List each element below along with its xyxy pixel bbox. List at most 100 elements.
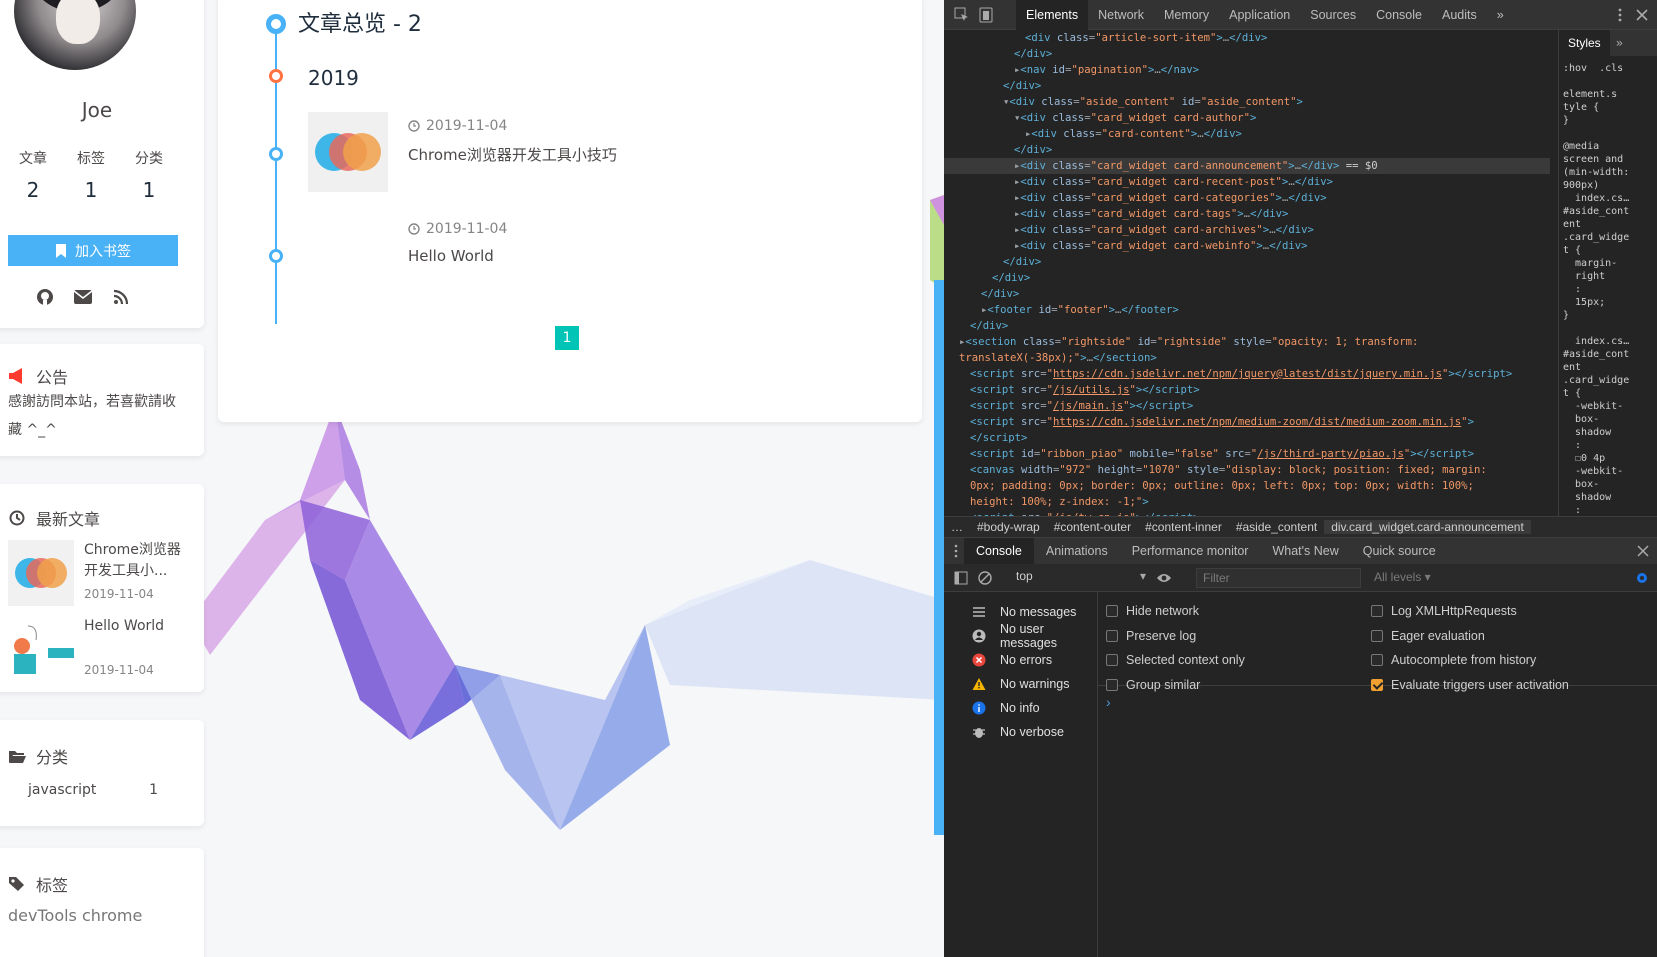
- styles-more-tabs[interactable]: »: [1610, 36, 1629, 50]
- checkbox[interactable]: [1371, 679, 1383, 692]
- filter-no-info[interactable]: No info: [944, 696, 1097, 720]
- tab-audits[interactable]: Audits: [1432, 0, 1487, 30]
- dom-node-line[interactable]: ▸<div class="card_widget card-announceme…: [944, 158, 1550, 174]
- dom-node-line[interactable]: </div>: [944, 142, 1550, 158]
- dom-node-line[interactable]: <script id="ribbon_piao" mobile="false" …: [944, 446, 1550, 462]
- checkbox[interactable]: [1106, 605, 1118, 617]
- archive-post-title[interactable]: Chrome浏览器开发工具小技巧: [408, 144, 617, 165]
- pagination-current-page[interactable]: 1: [555, 326, 579, 350]
- dom-node-line[interactable]: ▸<div class="card_widget card-recent-pos…: [944, 174, 1550, 190]
- checkbox[interactable]: [1371, 605, 1383, 617]
- styles-rules[interactable]: :hov .cls element.s tyle {} @media screen …: [1559, 56, 1657, 516]
- dom-node-line[interactable]: <script src="https://cdn.jsdelivr.net/np…: [944, 366, 1550, 382]
- setting-preserve-log[interactable]: Preserve log: [1106, 629, 1196, 643]
- dom-node-line[interactable]: <div class="article-sort-item">…</div>: [944, 30, 1550, 46]
- eye-icon[interactable]: [1156, 572, 1172, 584]
- checkbox[interactable]: [1106, 629, 1118, 642]
- post-thumbnail[interactable]: [8, 616, 74, 682]
- tab-memory[interactable]: Memory: [1154, 0, 1219, 30]
- dom-node-line[interactable]: ▸<div class="card_widget card-categories…: [944, 190, 1550, 206]
- dom-node-line[interactable]: </div>: [944, 46, 1550, 62]
- dom-node-line[interactable]: </div>: [944, 270, 1550, 286]
- tab-network[interactable]: Network: [1088, 0, 1154, 30]
- more-options-icon[interactable]: [1612, 7, 1628, 23]
- filter-no-user-messages[interactable]: No user messages: [944, 622, 1097, 650]
- dom-node-line[interactable]: </div>: [944, 254, 1550, 270]
- close-drawer-icon[interactable]: [1637, 545, 1649, 557]
- dom-node-line[interactable]: ▾<div class="card_widget card-author">: [944, 110, 1550, 126]
- dom-node-line[interactable]: </div>: [944, 78, 1550, 94]
- filter-no-messages[interactable]: No messages: [944, 600, 1097, 624]
- close-icon[interactable]: [1634, 7, 1650, 23]
- setting-evaluate-triggers-user-activation[interactable]: Evaluate triggers user activation: [1371, 678, 1569, 692]
- gear-icon[interactable]: [1635, 571, 1649, 585]
- drawer-tab-animations[interactable]: Animations: [1034, 538, 1120, 564]
- dom-node-line[interactable]: ▸<nav id="pagination">…</nav>: [944, 62, 1550, 78]
- setting-autocomplete-from-history[interactable]: Autocomplete from history: [1371, 653, 1536, 667]
- bookmark-button[interactable]: 加入书签: [8, 235, 178, 266]
- breadcrumb-item[interactable]: …: [944, 520, 970, 534]
- tab-more[interactable]: »: [1487, 0, 1514, 30]
- dom-node-line[interactable]: ▸<div class="card-content">…</div>: [944, 126, 1550, 142]
- setting-log-xmlhttprequests[interactable]: Log XMLHttpRequests: [1371, 604, 1517, 618]
- dom-node-line[interactable]: ▸<div class="card_widget card-tags">…</d…: [944, 206, 1550, 222]
- tag-cloud[interactable]: devTools chrome: [8, 906, 142, 925]
- filter-input[interactable]: [1196, 568, 1361, 588]
- breadcrumb-item[interactable]: #content-outer: [1047, 520, 1138, 534]
- drawer-tab-what-s-new[interactable]: What's New: [1260, 538, 1350, 564]
- dom-node-line[interactable]: ▸<footer id="footer">…</footer>: [944, 302, 1550, 318]
- dom-node-line[interactable]: ▸<div class="card_widget card-webinfo">……: [944, 238, 1550, 254]
- tab-sources[interactable]: Sources: [1300, 0, 1366, 30]
- filter-no-verbose[interactable]: No verbose: [944, 720, 1097, 744]
- breadcrumb-item[interactable]: div.card_widget.card-announcement: [1324, 520, 1531, 534]
- dom-node-line[interactable]: ▾<div class="aside_content" id="aside_co…: [944, 94, 1550, 110]
- setting-group-similar[interactable]: Group similar: [1106, 678, 1200, 692]
- github-icon[interactable]: [35, 287, 55, 307]
- dom-node-line[interactable]: <script src="/js/main.js"></script>: [944, 398, 1550, 414]
- checkbox[interactable]: [1106, 679, 1118, 692]
- drawer-tab-performance-monitor[interactable]: Performance monitor: [1120, 538, 1261, 564]
- tab-elements[interactable]: Elements: [1016, 0, 1089, 30]
- dom-node-line[interactable]: ▸<section class="rightside" id="rightsid…: [944, 334, 1550, 350]
- context-select[interactable]: top ▾: [1016, 569, 1146, 587]
- tab-application[interactable]: Application: [1219, 0, 1300, 30]
- filter-no-errors[interactable]: No errors: [944, 648, 1097, 672]
- console-prompt[interactable]: ›: [1106, 694, 1111, 710]
- stat-categories[interactable]: 分类 1: [120, 148, 178, 202]
- dom-node-line[interactable]: <canvas width="972" height="1070" style=…: [944, 462, 1550, 478]
- dom-node-line[interactable]: translateX(-38px);">…</section>: [944, 350, 1550, 366]
- post-thumbnail[interactable]: [8, 540, 74, 606]
- dom-node-line[interactable]: <script src="https://cdn.jsdelivr.net/np…: [944, 414, 1550, 430]
- drawer-tab-console[interactable]: Console: [964, 538, 1034, 564]
- dom-node-line[interactable]: </div>: [944, 318, 1550, 334]
- checkbox[interactable]: [1106, 654, 1118, 667]
- dom-node-line[interactable]: ▸<div class="card_widget card-archives">…: [944, 222, 1550, 238]
- checkbox[interactable]: [1371, 629, 1383, 642]
- inspect-element-icon[interactable]: [954, 7, 970, 23]
- tab-styles[interactable]: Styles: [1559, 30, 1610, 56]
- breadcrumb-item[interactable]: #body-wrap: [970, 520, 1047, 534]
- setting-eager-evaluation[interactable]: Eager evaluation: [1371, 629, 1485, 643]
- device-toolbar-icon[interactable]: [978, 7, 994, 23]
- setting-hide-network[interactable]: Hide network: [1106, 604, 1199, 618]
- filter-no-warnings[interactable]: No warnings: [944, 672, 1097, 696]
- dom-node-line[interactable]: height: 100%; z-index: -1;">: [944, 494, 1550, 510]
- category-item[interactable]: javascript 1: [28, 782, 158, 798]
- recent-post-item[interactable]: Hello World 2019-11-04: [8, 616, 194, 682]
- setting-selected-context-only[interactable]: Selected context only: [1106, 653, 1245, 667]
- recent-post-item[interactable]: Chrome浏览器开发工具小... 2019-11-04: [8, 540, 194, 606]
- mail-icon[interactable]: [73, 287, 93, 307]
- checkbox[interactable]: [1371, 654, 1383, 667]
- drawer-menu-icon[interactable]: [954, 544, 958, 558]
- clear-console-icon[interactable]: [978, 571, 992, 585]
- archive-post-title[interactable]: Hello World: [408, 247, 494, 265]
- elements-dom-tree[interactable]: <div class="article-sort-item">…</div> </…: [944, 30, 1550, 516]
- drawer-tab-quick-source[interactable]: Quick source: [1351, 538, 1448, 564]
- stat-tags[interactable]: 标签 1: [62, 148, 120, 202]
- dom-node-line[interactable]: <script src="/js/utils.js"></script>: [944, 382, 1550, 398]
- stat-articles[interactable]: 文章 2: [4, 148, 62, 202]
- rss-icon[interactable]: [111, 287, 131, 307]
- dom-node-line[interactable]: </div>: [944, 286, 1550, 302]
- dom-node-line[interactable]: 0px; padding: 0px; border: 0px; outline:…: [944, 478, 1550, 494]
- archive-post-thumbnail[interactable]: [308, 112, 388, 192]
